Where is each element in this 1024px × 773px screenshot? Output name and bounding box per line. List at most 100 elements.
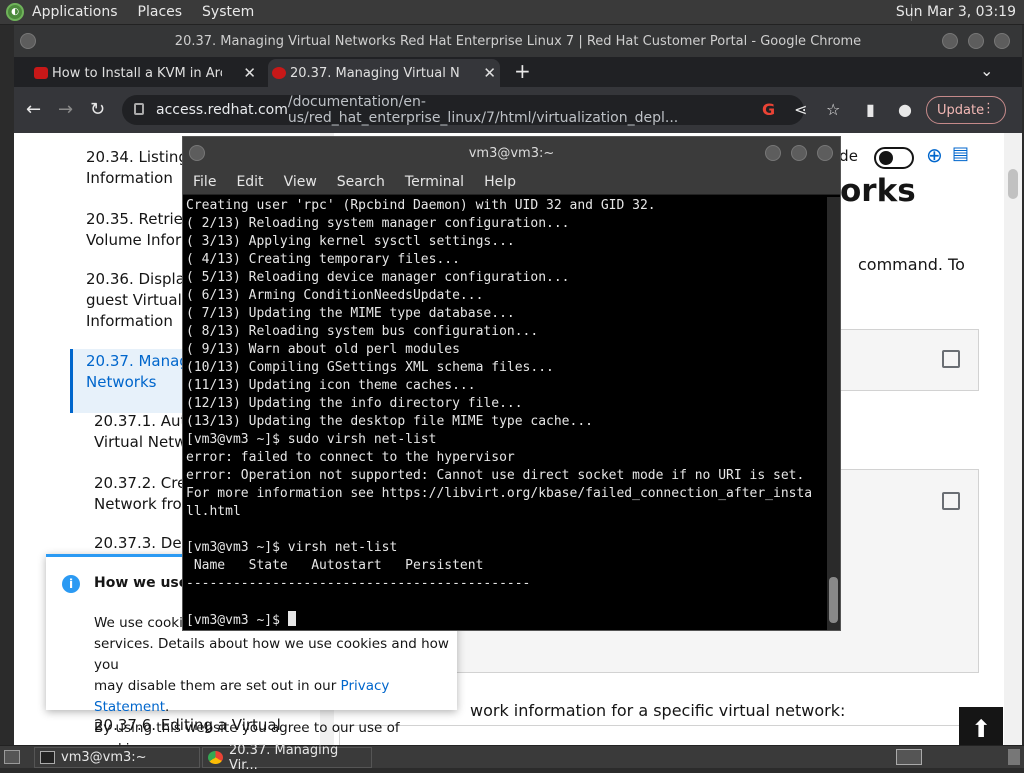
chrome-titlebar[interactable]: 20.37. Managing Virtual Networks Red Hat… xyxy=(14,25,1022,57)
terminal-icon xyxy=(40,751,55,764)
toc-line: 20.37. Manag xyxy=(86,352,189,370)
terminal-window: vm3@vm3:~ File Edit View Search Terminal… xyxy=(182,136,841,631)
info-icon: i xyxy=(62,575,80,593)
window-menu-icon[interactable] xyxy=(20,33,36,49)
url-host: access.redhat.com xyxy=(156,102,288,118)
show-desktop-icon[interactable] xyxy=(4,750,20,764)
terminal-line: ( 9/13) Warn about old perl modules xyxy=(186,342,460,357)
terminal-line: ( 7/13) Updating the MIME type database.… xyxy=(186,306,515,321)
terminal-line: For more information see https://libvirt… xyxy=(186,486,813,501)
kebab-menu-icon[interactable]: ⋮ xyxy=(982,101,995,116)
cookie-text: services. Details about how we use cooki… xyxy=(94,636,449,673)
toc-line: 20.36. Display xyxy=(86,270,194,288)
close-tab-icon[interactable]: ✕ xyxy=(243,64,256,82)
terminal-line: error: failed to connect to the hypervis… xyxy=(186,450,515,465)
terminal-window-title: vm3@vm3:~ xyxy=(468,145,555,161)
forward-arrow-icon[interactable]: → xyxy=(58,99,73,120)
toc-item-20-37-1[interactable]: 20.37.1. Auto Virtual Netw xyxy=(94,411,196,453)
terminal-line: ( 4/13) Creating temporary files... xyxy=(186,252,460,267)
copy-icon[interactable] xyxy=(942,350,960,368)
toc-item-20-34[interactable]: 20.34. Listing Information xyxy=(86,147,188,189)
menu-places[interactable]: Places xyxy=(138,4,183,20)
reload-icon[interactable]: ↻ xyxy=(90,99,105,120)
menu-applications[interactable]: Applications xyxy=(32,4,118,20)
terminal-line: ----------------------------------------… xyxy=(186,576,531,591)
toc-line: 20.35. Retriev xyxy=(86,210,192,228)
tab-label: 20.37. Managing Virtual Netw xyxy=(290,65,460,81)
bookmark-star-icon[interactable]: ☆ xyxy=(826,100,840,119)
back-to-top-button[interactable]: ⬆ xyxy=(959,707,1003,745)
maximize-icon[interactable] xyxy=(791,145,807,161)
url-input[interactable]: access.redhat.com/documentation/en-us/re… xyxy=(122,94,804,126)
google-lens-icon[interactable]: G xyxy=(762,100,775,119)
mouse-cursor-icon xyxy=(50,440,60,458)
terminal-scrollbar[interactable] xyxy=(827,197,840,630)
minimize-icon[interactable] xyxy=(765,145,781,161)
close-window-icon[interactable] xyxy=(817,145,833,161)
maximize-icon[interactable] xyxy=(968,33,984,49)
menu-system[interactable]: System xyxy=(202,4,254,20)
update-button[interactable]: Update ⋮ xyxy=(926,96,1006,124)
workspace-switcher-icon[interactable] xyxy=(896,749,922,765)
window-menu-icon[interactable] xyxy=(189,145,205,161)
terminal-line: error: Operation not supported: Cannot u… xyxy=(186,468,805,483)
trash-icon[interactable] xyxy=(1008,749,1020,765)
page-scrollbar[interactable] xyxy=(1004,133,1022,745)
terminal-line: ll.html xyxy=(186,504,241,519)
menu-edit[interactable]: Edit xyxy=(236,174,263,190)
toc-line: Networks xyxy=(86,373,157,391)
menu-file[interactable]: File xyxy=(193,174,216,190)
scroll-thumb[interactable] xyxy=(1008,169,1018,199)
menu-search[interactable]: Search xyxy=(337,174,385,190)
tab-search-chevron-icon[interactable]: ⌄ xyxy=(980,61,993,80)
update-label: Update xyxy=(937,102,985,118)
toc-item-20-35[interactable]: 20.35. Retriev Volume Inform xyxy=(86,209,195,251)
terminal-titlebar[interactable]: vm3@vm3:~ xyxy=(183,137,840,169)
toc-item-20-37-2[interactable]: 20.37.2. Crea Network from xyxy=(94,473,196,515)
terminal-line: (11/13) Updating icon theme caches... xyxy=(186,378,476,393)
taskbar: vm3@vm3:~ 20.37. Managing Vir... xyxy=(0,743,1024,773)
redhat-favicon-icon xyxy=(34,67,48,79)
share-icon[interactable]: ⋖ xyxy=(794,100,807,119)
cookie-body: We use cookie services. Details about ho… xyxy=(94,613,449,760)
toc-line: 20.37.2. Crea xyxy=(94,474,196,492)
terminal-line: (13/13) Updating the desktop file MIME t… xyxy=(186,414,593,429)
dark-mode-toggle[interactable] xyxy=(874,147,914,169)
minimize-icon[interactable] xyxy=(942,33,958,49)
document-format-icon[interactable]: ▤ xyxy=(952,143,969,164)
tab-managing-virtual-networks[interactable]: 20.37. Managing Virtual Netw ✕ xyxy=(268,59,500,87)
back-arrow-icon[interactable]: ← xyxy=(26,99,41,120)
toc-line: Network from xyxy=(94,495,197,513)
url-path: /documentation/en-us/red_hat_enterprise_… xyxy=(287,94,679,126)
toc-item-20-37[interactable]: 20.37. Manag Networks xyxy=(86,351,189,393)
toc-line: Volume Inform xyxy=(86,231,196,249)
taskbar-item-terminal[interactable]: vm3@vm3:~ xyxy=(34,747,200,768)
close-tab-icon[interactable]: ✕ xyxy=(483,64,496,82)
arrow-up-icon: ⬆ xyxy=(970,715,992,743)
redhat-favicon-icon xyxy=(272,67,286,79)
side-panel-icon[interactable]: ▮ xyxy=(866,100,875,119)
new-tab-button[interactable]: + xyxy=(514,59,531,83)
language-globe-icon[interactable]: ⊕ xyxy=(926,143,943,167)
cookie-text: may disable them are set out in our xyxy=(94,678,341,694)
tab-bar: How to Install a KVM in Arch L ✕ 20.37. … xyxy=(14,57,1022,87)
profile-icon[interactable]: ● xyxy=(898,100,912,119)
close-window-icon[interactable] xyxy=(994,33,1010,49)
menu-view[interactable]: View xyxy=(284,174,317,190)
terminal-output[interactable]: Creating user 'rpc' (Rpcbind Daemon) wit… xyxy=(186,197,826,630)
toc-item-20-37-3[interactable]: 20.37.3. Defi xyxy=(94,533,191,554)
taskbar-label: 20.37. Managing Vir... xyxy=(229,742,339,773)
copy-icon[interactable] xyxy=(942,492,960,510)
menu-terminal[interactable]: Terminal xyxy=(405,174,464,190)
lock-icon[interactable] xyxy=(134,103,144,115)
taskbar-item-chrome[interactable]: 20.37. Managing Vir... xyxy=(202,743,372,773)
menu-help[interactable]: Help xyxy=(484,174,516,190)
distro-logo-icon[interactable]: ◐ xyxy=(6,3,24,21)
terminal-line: ( 6/13) Arming ConditionNeedsUpdate... xyxy=(186,288,484,303)
clock[interactable]: Sun Mar 3, 03:19 xyxy=(896,4,1016,20)
terminal-line: [vm3@vm3 ~]$ sudo virsh net-list xyxy=(186,432,437,447)
toc-item-20-36[interactable]: 20.36. Display guest Virtual Information xyxy=(86,269,194,332)
tab-kvm-arch[interactable]: How to Install a KVM in Arch L ✕ xyxy=(30,59,260,87)
terminal-line: [vm3@vm3 ~]$ xyxy=(186,611,826,630)
scroll-thumb[interactable] xyxy=(829,577,838,623)
